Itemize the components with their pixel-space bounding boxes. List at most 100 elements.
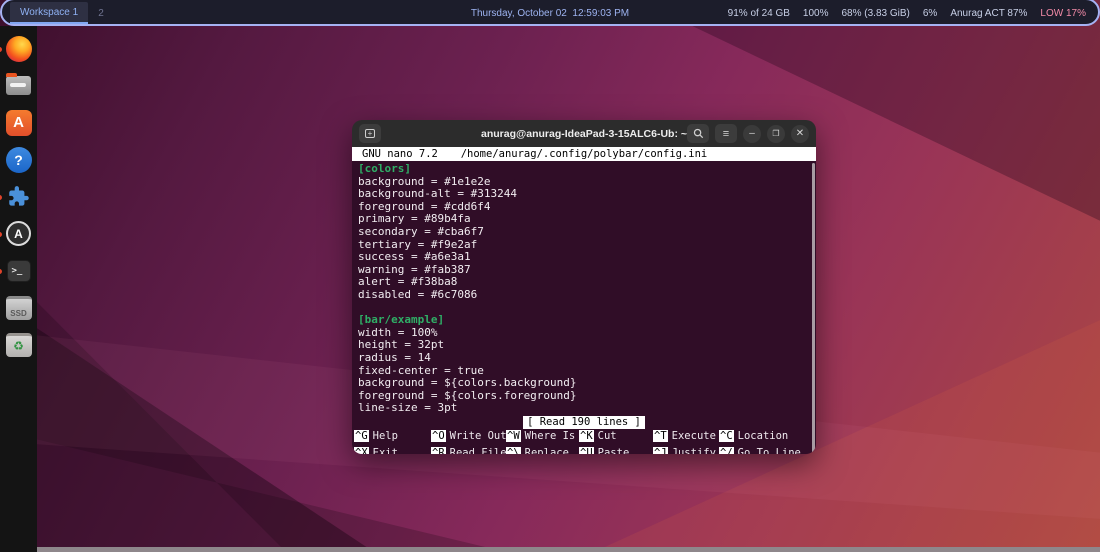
dock-item-trash[interactable]: ♻ — [5, 331, 33, 358]
shortcut-label: Paste — [598, 447, 630, 454]
nano-shortcut: ^R Read File — [431, 447, 506, 454]
nano-shortcut: ^X Exit — [354, 447, 431, 454]
trash-icon: ♻ — [6, 333, 32, 357]
nano-shortcuts-row2: ^X Exit ^R Read File^\ Replace ^U Paste ^J Justi… — [352, 446, 816, 454]
shortcut-key: ^O — [431, 430, 446, 442]
status-module: 100% — [803, 8, 829, 19]
nano-shortcuts-row1: ^G Help ^O Write Out^W Where Is^K Cut ^T Execut… — [352, 429, 816, 446]
nano-shortcut: ^J Justify — [653, 447, 719, 454]
maximize-button[interactable]: ❐ — [767, 125, 785, 143]
system-status-modules: 91% of 24 GB 100% 68% (3.83 GiB) 6% Anurag A… — [728, 8, 1086, 19]
shortcut-label: Execute — [672, 430, 716, 442]
nano-shortcut: ^K Cut — [579, 430, 653, 443]
shortcut-key: ^G — [354, 430, 369, 442]
config-line: disabled = #6c7086 — [358, 289, 816, 302]
terminal-icon: >_ — [7, 260, 31, 282]
shortcut-label: Read File — [450, 447, 507, 454]
shortcut-label: Justify — [672, 447, 716, 454]
shortcut-label: Replace — [525, 447, 569, 454]
nano-shortcut: ^T Execute — [653, 430, 719, 443]
workspace-2-button[interactable]: 2 — [88, 2, 114, 24]
config-line: success = #a6e3a1 — [358, 251, 816, 264]
menu-button[interactable]: ≡ — [715, 124, 737, 143]
config-line: radius = 14 — [358, 352, 816, 365]
nano-shortcut: ^\ Replace — [506, 447, 579, 454]
status-module: 91% of 24 GB — [728, 8, 790, 19]
dock-item-app-a[interactable]: A — [5, 220, 33, 247]
dock-item-extensions[interactable] — [5, 183, 33, 210]
nano-shortcut: ^C Location — [719, 430, 816, 443]
dock-item-ssd[interactable]: SSD — [5, 294, 33, 321]
notification-dot — [0, 269, 2, 274]
shortcut-label: Go To Line — [738, 447, 801, 454]
dock: A ? A >_ SSD ♻ — [0, 26, 37, 552]
shortcut-key: ^U — [579, 447, 594, 454]
shortcut-key: ^X — [354, 447, 369, 454]
shortcut-label: Cut — [598, 430, 617, 442]
notification-dot — [0, 195, 2, 200]
app-center-icon: A — [6, 110, 32, 136]
shortcut-key: ^R — [431, 447, 446, 454]
shortcut-key: ^C — [719, 430, 734, 442]
shortcut-key: ^T — [653, 430, 668, 442]
status-module: 6% — [923, 8, 937, 19]
nano-shortcut: ^G Help — [354, 430, 431, 443]
a-circle-app-icon: A — [6, 221, 31, 246]
status-module: 68% (3.83 GiB) — [842, 8, 910, 19]
dock-item-help[interactable]: ? — [5, 146, 33, 173]
dock-item-files[interactable] — [5, 72, 33, 99]
config-line: line-size = 3pt — [358, 402, 816, 415]
workspace-switcher: Workspace 1 2 — [10, 2, 114, 24]
nano-titlebar: GNU nano 7.2 /home/anurag/.config/polyba… — [352, 147, 816, 161]
shortcut-key: ^K — [579, 430, 594, 442]
dock-item-terminal[interactable]: >_ — [5, 257, 33, 284]
shortcut-label: Exit — [373, 447, 398, 454]
shortcut-label: Where Is — [525, 430, 576, 442]
dock-item-app-center[interactable]: A — [5, 109, 33, 136]
shortcut-key: ^J — [653, 447, 668, 454]
file-manager-icon — [6, 76, 31, 95]
shortcut-label: Help — [373, 430, 398, 442]
hamburger-icon: ≡ — [723, 128, 729, 140]
nano-shortcut: ^/ Go To Line — [719, 447, 816, 454]
window-titlebar[interactable]: + anurag@anurag-IdeaPad-3-15ALC6-Ub: ~ ≡… — [352, 120, 816, 147]
shortcut-label: Location — [738, 430, 789, 442]
shortcut-key: ^W — [506, 430, 521, 442]
firefox-icon — [6, 36, 32, 62]
workspace-1-button[interactable]: Workspace 1 — [10, 2, 88, 24]
puzzle-extensions-icon — [6, 184, 32, 210]
terminal-scrollbar[interactable] — [812, 163, 815, 454]
help-icon: ? — [6, 147, 32, 173]
terminal-content[interactable]: [colors]background = #1e1e2ebackground-a… — [352, 161, 816, 454]
config-line: background-alt = #313244 — [358, 188, 816, 201]
nano-status-message: [ Read 190 lines ] — [523, 416, 645, 429]
close-button[interactable]: ✕ — [791, 125, 809, 143]
bottom-edge-strip — [37, 547, 1100, 552]
nano-shortcut: ^O Write Out — [431, 430, 506, 443]
new-tab-button[interactable]: + — [359, 124, 381, 143]
minimize-icon: – — [749, 128, 755, 139]
editor-lines: [colors]background = #1e1e2ebackground-a… — [352, 161, 816, 415]
polybar: Workspace 1 2 Thursday, October 02 12:59… — [0, 0, 1100, 26]
shortcut-key: ^/ — [719, 447, 734, 454]
config-line: secondary = #cba6f7 — [358, 226, 816, 239]
maximize-icon: ❐ — [772, 129, 779, 138]
shortcut-key: ^\ — [506, 447, 521, 454]
status-module: Anurag ACT 87% — [950, 8, 1027, 19]
terminal-window: + anurag@anurag-IdeaPad-3-15ALC6-Ub: ~ ≡… — [352, 120, 816, 454]
new-tab-icon: + — [365, 129, 375, 138]
nano-shortcut: ^U Paste — [579, 447, 653, 454]
search-button[interactable] — [687, 124, 709, 143]
notification-dot — [0, 232, 2, 237]
config-section-header: [bar/example] — [358, 314, 816, 327]
status-module: LOW 17% — [1040, 8, 1086, 19]
dock-item-firefox[interactable] — [5, 35, 33, 62]
ssd-drive-icon: SSD — [6, 296, 32, 320]
shortcut-label: Write Out — [450, 430, 507, 442]
nano-shortcut: ^W Where Is — [506, 430, 579, 443]
minimize-button[interactable]: – — [743, 125, 761, 143]
config-line: background = ${colors.background} — [358, 377, 816, 390]
search-icon — [693, 128, 704, 139]
close-icon: ✕ — [796, 128, 804, 139]
notification-dot — [0, 47, 2, 52]
